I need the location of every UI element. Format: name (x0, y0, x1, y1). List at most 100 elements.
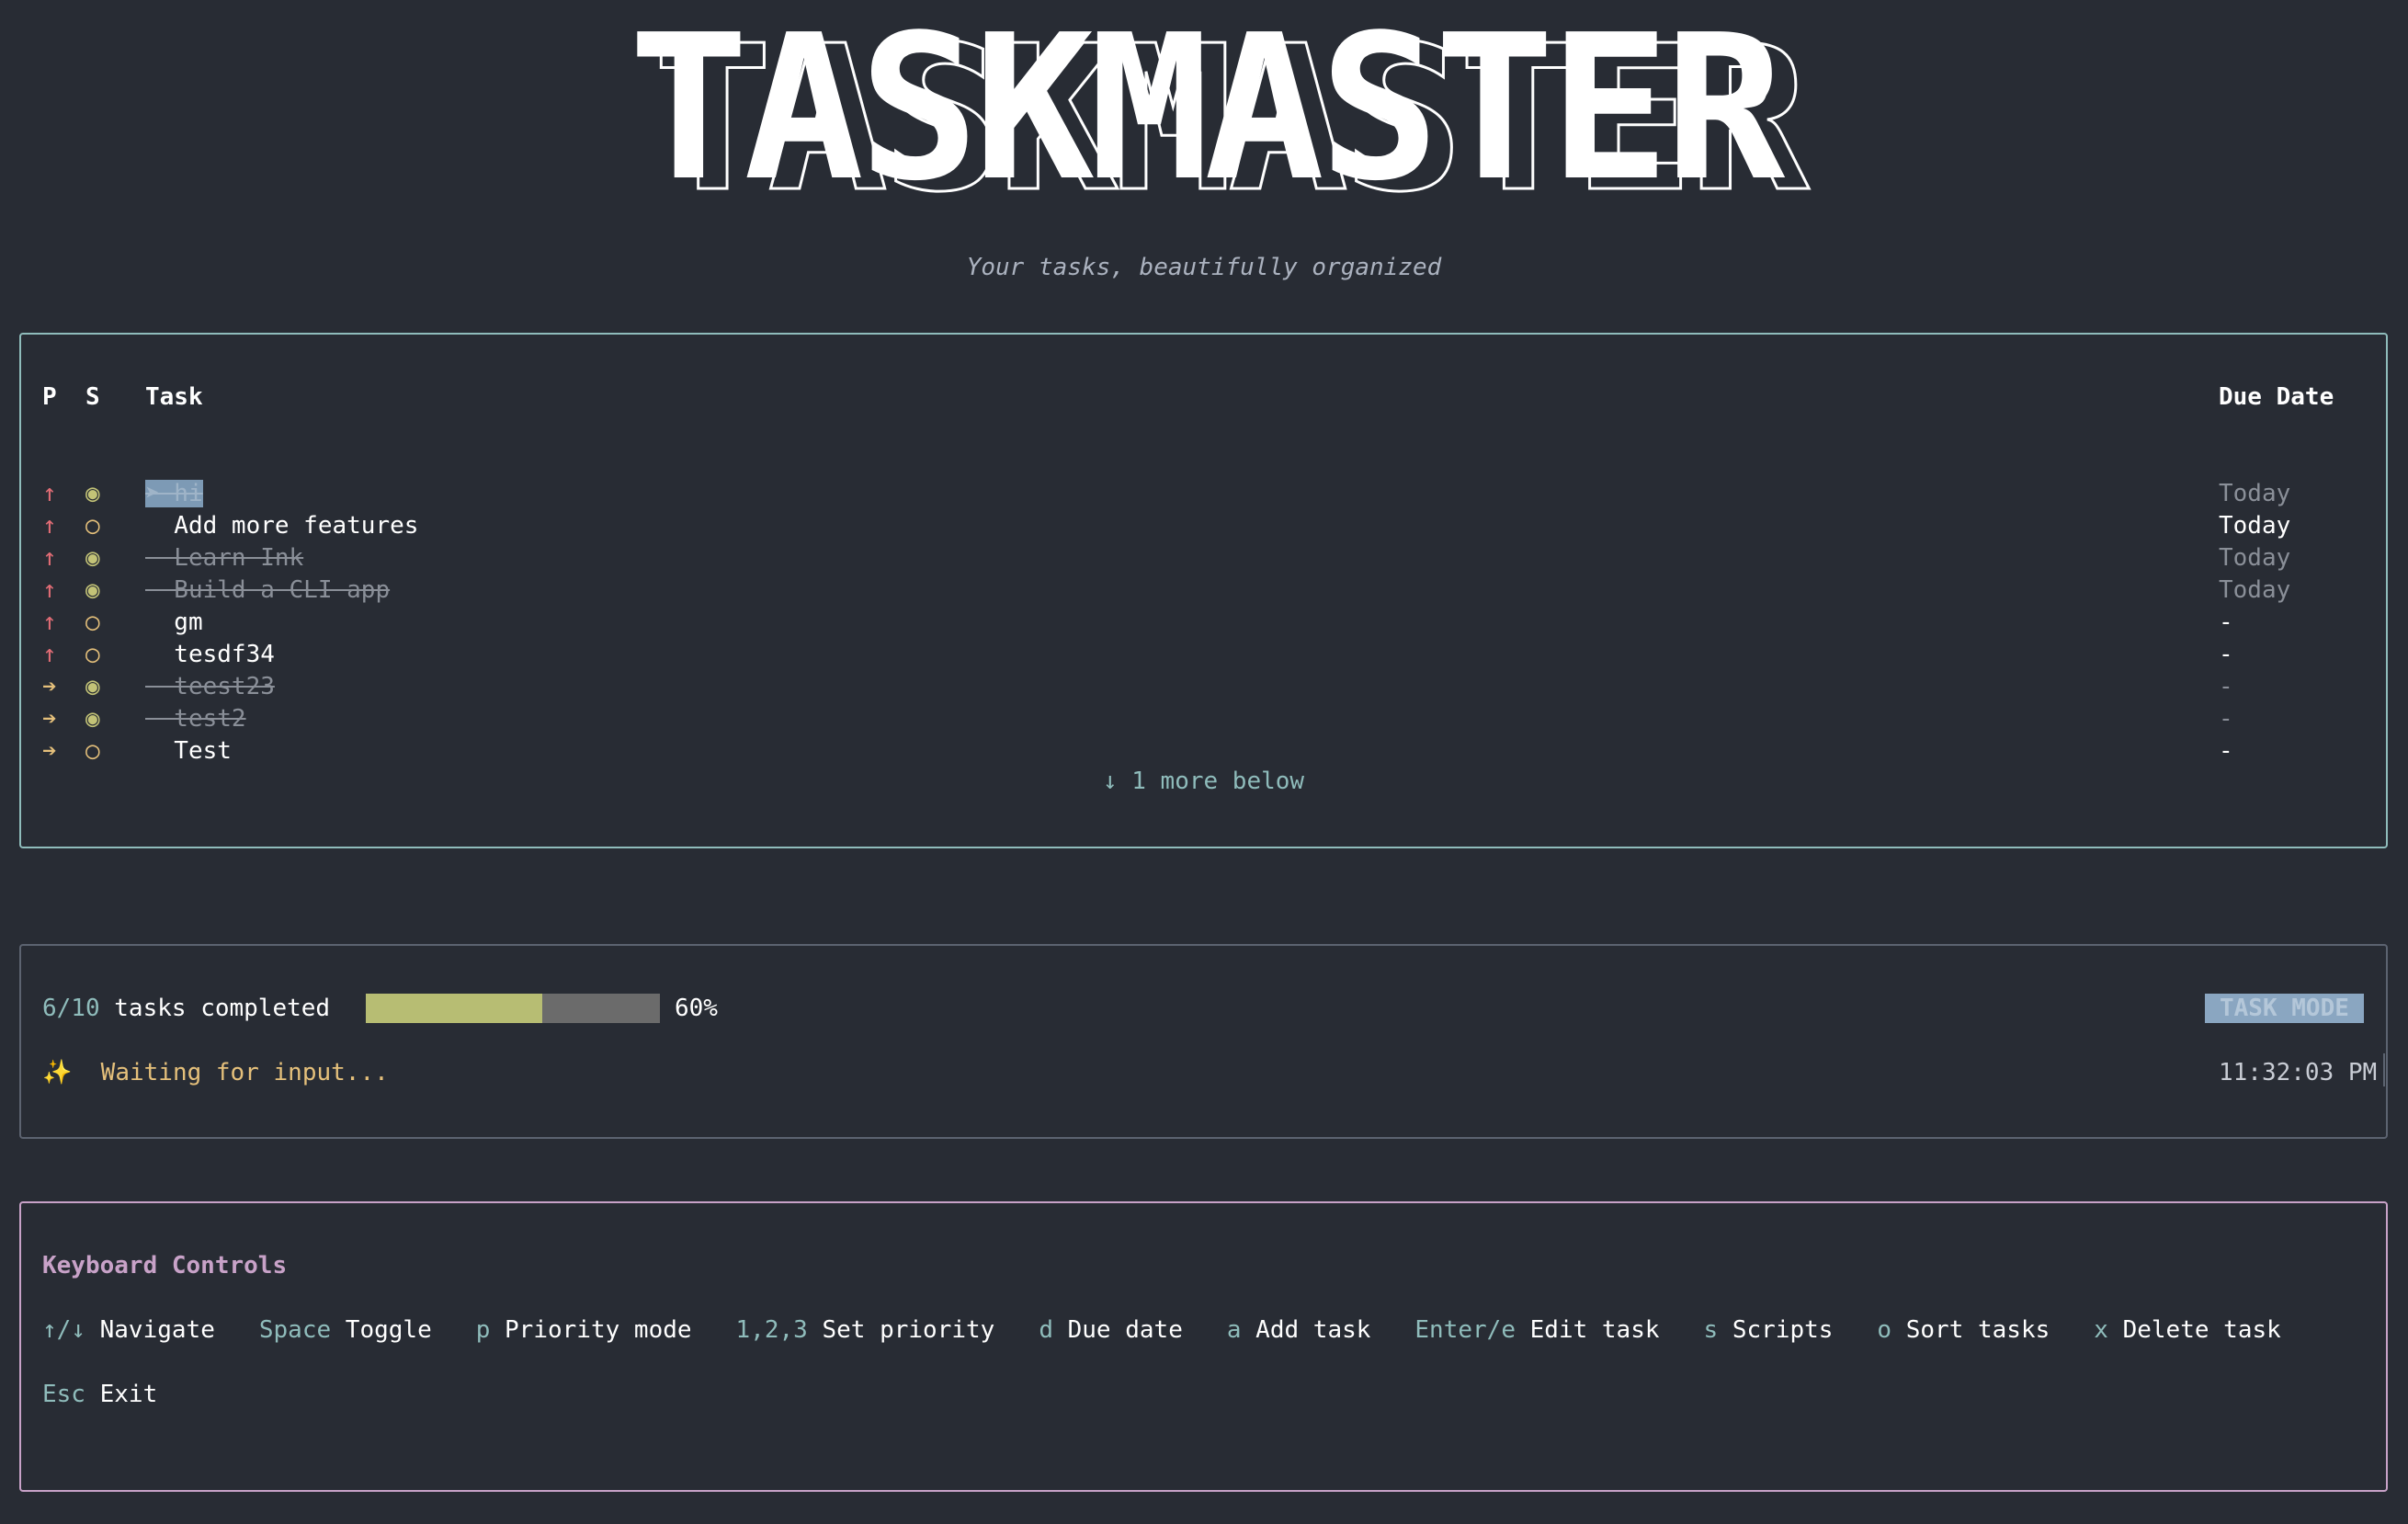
shortcut-description: Set priority (822, 1316, 995, 1344)
keyboard-shortcut: ↑/↓ Navigate (42, 1315, 215, 1345)
shortcut-description: Navigate (99, 1316, 215, 1344)
task-row[interactable]: ↑ ◉ Build a CLI app Today (21, 575, 2386, 608)
keyboard-controls-panel: Keyboard Controls ↑/↓ Navigate Space Togg… (19, 1201, 2388, 1492)
task-row[interactable]: ➔ ◉ test2 - (21, 704, 2386, 736)
task-due-date: Today (2219, 544, 2291, 572)
clock-overflow-mark (2383, 1053, 2385, 1086)
task-row[interactable]: ↑ ○ tesdf34 - (21, 640, 2386, 672)
task-title: Learn Ink (145, 544, 304, 572)
keyboard-shortcut: x Delete task (2094, 1315, 2281, 1345)
task-row[interactable]: ↑ ◉ Learn Ink Today (21, 543, 2386, 575)
status-done-icon[interactable]: ◉ (85, 575, 113, 605)
column-header-task: Task (145, 383, 203, 411)
shortcut-description: Sort tasks (1905, 1316, 2050, 1344)
task-due-date: Today (2219, 480, 2291, 507)
keyboard-shortcut: s Scripts (1704, 1315, 1834, 1345)
shortcut-description: Delete task (2122, 1316, 2281, 1344)
shortcut-description: Scripts (1732, 1316, 1834, 1344)
task-title: Test (145, 737, 232, 765)
progress-bar (366, 994, 660, 1023)
keyboard-shortcut: Space Toggle (259, 1315, 432, 1345)
keyboard-shortcut: 1,2,3 Set priority (736, 1315, 995, 1345)
task-row[interactable]: ➔ ○ Test - (21, 736, 2386, 768)
status-open-icon[interactable]: ○ (85, 640, 113, 669)
status-panel: 6/10 tasks completed 60% TASK MODE ✨ Wai… (19, 944, 2388, 1139)
keyboard-shortcut: Esc Exit (42, 1380, 157, 1409)
keyboard-shortcut: a Add task (1227, 1315, 1371, 1345)
task-cell: test2 (145, 704, 246, 734)
progress-bar-fill (366, 994, 542, 1023)
status-done-icon[interactable]: ◉ (85, 704, 113, 734)
priority-high-icon: ↑ (42, 608, 57, 636)
app-subtitle: Your tasks, beautifully organized (966, 254, 1442, 281)
waiting-text: Waiting for input... (72, 1059, 389, 1086)
task-due-date: - (2219, 737, 2233, 765)
task-cell: tesdf34 (145, 640, 275, 669)
task-row[interactable]: ↑ ○ gm - (21, 608, 2386, 640)
task-title: gm (145, 608, 203, 636)
keyboard-shortcut: o Sort tasks (1877, 1315, 2050, 1345)
more-below-indicator: ↓ 1 more below (1102, 768, 1305, 795)
column-header-due-date: Due Date (2219, 383, 2334, 411)
column-header-priority: P (42, 383, 57, 411)
priority-high-icon: ↑ (42, 576, 57, 604)
task-title: teest23 (145, 673, 275, 700)
shortcut-key: ↑/↓ (42, 1316, 85, 1344)
task-row[interactable]: ➔ ◉ teest23 - (21, 672, 2386, 704)
shortcut-key: Esc (42, 1381, 85, 1408)
task-title-selected: ➤ hi (145, 480, 203, 507)
task-title: test2 (145, 705, 246, 733)
task-cell: Add more features (145, 511, 418, 540)
task-cell: Test (145, 736, 232, 766)
status-open-icon[interactable]: ○ (85, 608, 113, 637)
shortcut-description: Add task (1255, 1316, 1371, 1344)
completion-summary: 6/10 tasks completed (42, 994, 330, 1023)
status-done-icon[interactable]: ◉ (85, 672, 113, 701)
completion-label: tasks completed (99, 995, 331, 1022)
keyboard-controls-line-1: ↑/↓ Navigate Space Toggle p Priority mode 1… (42, 1315, 2325, 1345)
clock: 11:32:03 PM (2219, 1059, 2378, 1086)
keyboard-shortcut: p Priority mode (476, 1315, 692, 1345)
column-header-status: S (85, 383, 100, 411)
shortcut-key: d (1039, 1316, 1053, 1344)
priority-medium-icon: ➔ (42, 673, 57, 700)
shortcut-key: s (1703, 1316, 1719, 1344)
task-cell: gm (145, 608, 203, 637)
task-due-date: - (2219, 641, 2233, 668)
task-title: Build a CLI app (145, 576, 391, 604)
shortcut-key: Space (258, 1316, 332, 1344)
status-done-icon[interactable]: ◉ (85, 543, 113, 573)
task-title: tesdf34 (145, 641, 275, 668)
mode-badge: TASK MODE (2205, 994, 2364, 1023)
priority-high-icon: ↑ (42, 641, 57, 668)
task-due-date: - (2219, 705, 2233, 733)
shortcut-description: Due date (1067, 1316, 1183, 1344)
task-row[interactable]: ↑ ◉ ➤ hi Today (21, 479, 2386, 511)
task-due-date: - (2219, 673, 2233, 700)
task-cell: Learn Ink (145, 543, 303, 573)
progress-percent: 60% (675, 995, 718, 1022)
keyboard-controls-line-2: Esc Exit (42, 1380, 201, 1409)
status-done-icon[interactable]: ◉ (85, 479, 113, 508)
status-open-icon[interactable]: ○ (85, 511, 113, 540)
shortcut-key: o (1877, 1316, 1892, 1344)
shortcut-description: Edit task (1529, 1316, 1660, 1344)
task-cell: ➤ hi (145, 479, 203, 508)
shortcut-description: Toggle (345, 1316, 432, 1344)
task-row[interactable]: ↑ ○ Add more features Today (21, 511, 2386, 543)
app-title: TASKMASTER TASKMASTER (0, 0, 2408, 225)
task-list-panel: P S Task Due Date ↑ ◉ ➤ hi Today ↑ ○ Add more… (19, 333, 2388, 848)
task-due-date: Today (2219, 512, 2291, 540)
status-open-icon[interactable]: ○ (85, 736, 113, 766)
shortcut-key: Enter/e (1414, 1316, 1516, 1344)
task-title: Add more features (145, 512, 419, 540)
taskmaster-terminal: TASKMASTER TASKMASTER Your tasks, beauti… (0, 0, 2408, 1524)
task-due-date: - (2219, 608, 2233, 636)
task-cell: Build a CLI app (145, 575, 390, 605)
priority-medium-icon: ➔ (42, 705, 57, 733)
shortcut-key: p (475, 1316, 491, 1344)
task-cell: teest23 (145, 672, 275, 701)
shortcut-key: 1,2,3 (735, 1316, 808, 1344)
app-title-text: TASKMASTER (628, 0, 1785, 225)
shortcut-key: a (1226, 1316, 1242, 1344)
